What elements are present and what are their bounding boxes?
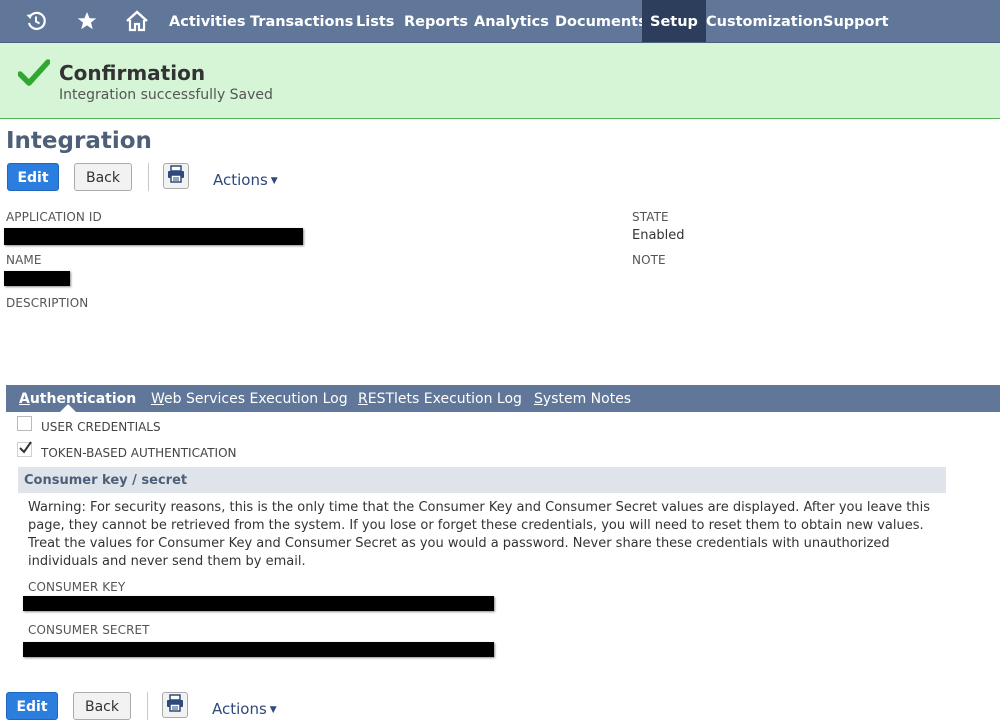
consumer-section-title: Consumer key / secret: [24, 473, 188, 488]
subtab-bar: Authentication Web Services Execution Lo…: [6, 385, 1000, 412]
user-credentials-checkbox[interactable]: [17, 416, 32, 431]
name-label: NAME: [6, 253, 42, 267]
page-title: Integration: [6, 128, 152, 154]
active-tab-pointer: [60, 404, 76, 412]
actions-label: Actions: [213, 171, 268, 189]
nav-item-transactions[interactable]: Transactions: [250, 0, 353, 42]
consumer-section-header: Consumer key / secret: [18, 467, 946, 493]
back-button[interactable]: Back: [74, 163, 132, 191]
nav-item-setup[interactable]: Setup: [642, 0, 706, 42]
tab-authentication[interactable]: Authentication: [19, 385, 136, 412]
nav-item-lists[interactable]: Lists: [356, 0, 394, 42]
top-navigation-bar: Activities Transactions Lists Reports An…: [0, 0, 1000, 43]
back-button-bottom[interactable]: Back: [73, 692, 131, 720]
nav-item-analytics[interactable]: Analytics: [474, 0, 549, 42]
security-warning: Warning: For security reasons, this is t…: [28, 499, 933, 571]
tab-web-services-execution-log[interactable]: Web Services Execution Log: [151, 385, 348, 412]
name-redacted: [4, 271, 70, 286]
consumer-secret-label: CONSUMER SECRET: [28, 623, 150, 637]
application-id-label: APPLICATION ID: [6, 210, 102, 224]
button-divider: [148, 163, 149, 191]
state-value: Enabled: [632, 228, 685, 243]
nav-item-documents[interactable]: Documents: [555, 0, 647, 42]
caret-down-icon: ▼: [270, 176, 278, 186]
confirmation-title: Confirmation: [59, 61, 206, 85]
note-label: NOTE: [632, 253, 666, 267]
print-button[interactable]: [163, 163, 189, 189]
edit-button-bottom[interactable]: Edit: [6, 692, 58, 720]
warning-paragraph-2: Treat the values for Consumer Key and Co…: [28, 536, 890, 569]
printer-icon: [166, 694, 184, 716]
nav-item-reports[interactable]: Reports: [404, 0, 468, 42]
nav-item-support[interactable]: Support: [823, 0, 889, 42]
actions-menu[interactable]: Actions ▼: [213, 171, 278, 189]
consumer-secret-redacted: [23, 642, 494, 657]
consumer-key-redacted: [23, 596, 494, 611]
caret-down-icon: ▼: [269, 705, 277, 715]
user-credentials-label: USER CREDENTIALS: [41, 420, 161, 434]
state-label: STATE: [632, 210, 669, 224]
token-based-auth-checkbox[interactable]: [17, 440, 33, 459]
application-id-redacted: [4, 228, 303, 245]
edit-button[interactable]: Edit: [7, 163, 59, 191]
tab-restlets-execution-log[interactable]: RESTlets Execution Log: [358, 385, 522, 412]
star-icon[interactable]: [74, 0, 100, 42]
button-divider-bottom: [147, 692, 148, 720]
home-icon[interactable]: [123, 0, 151, 42]
check-icon: [18, 440, 33, 459]
print-button-bottom[interactable]: [162, 692, 188, 718]
actions-label: Actions: [212, 700, 267, 718]
warning-paragraph: Warning: For security reasons, this is t…: [28, 500, 930, 533]
recent-records-icon[interactable]: [23, 0, 49, 42]
nav-item-customization[interactable]: Customization: [706, 0, 823, 42]
consumer-key-label: CONSUMER KEY: [28, 580, 126, 594]
description-label: DESCRIPTION: [6, 296, 89, 310]
nav-item-activities[interactable]: Activities: [169, 0, 246, 42]
token-based-auth-label: TOKEN-BASED AUTHENTICATION: [41, 446, 237, 460]
actions-menu-bottom[interactable]: Actions ▼: [212, 700, 277, 718]
tab-system-notes[interactable]: System Notes: [534, 385, 631, 412]
checkmark-icon: [17, 59, 51, 91]
confirmation-banner: Confirmation Integration successfully Sa…: [0, 43, 1000, 119]
confirmation-message: Integration successfully Saved: [59, 87, 273, 103]
printer-icon: [167, 165, 185, 187]
